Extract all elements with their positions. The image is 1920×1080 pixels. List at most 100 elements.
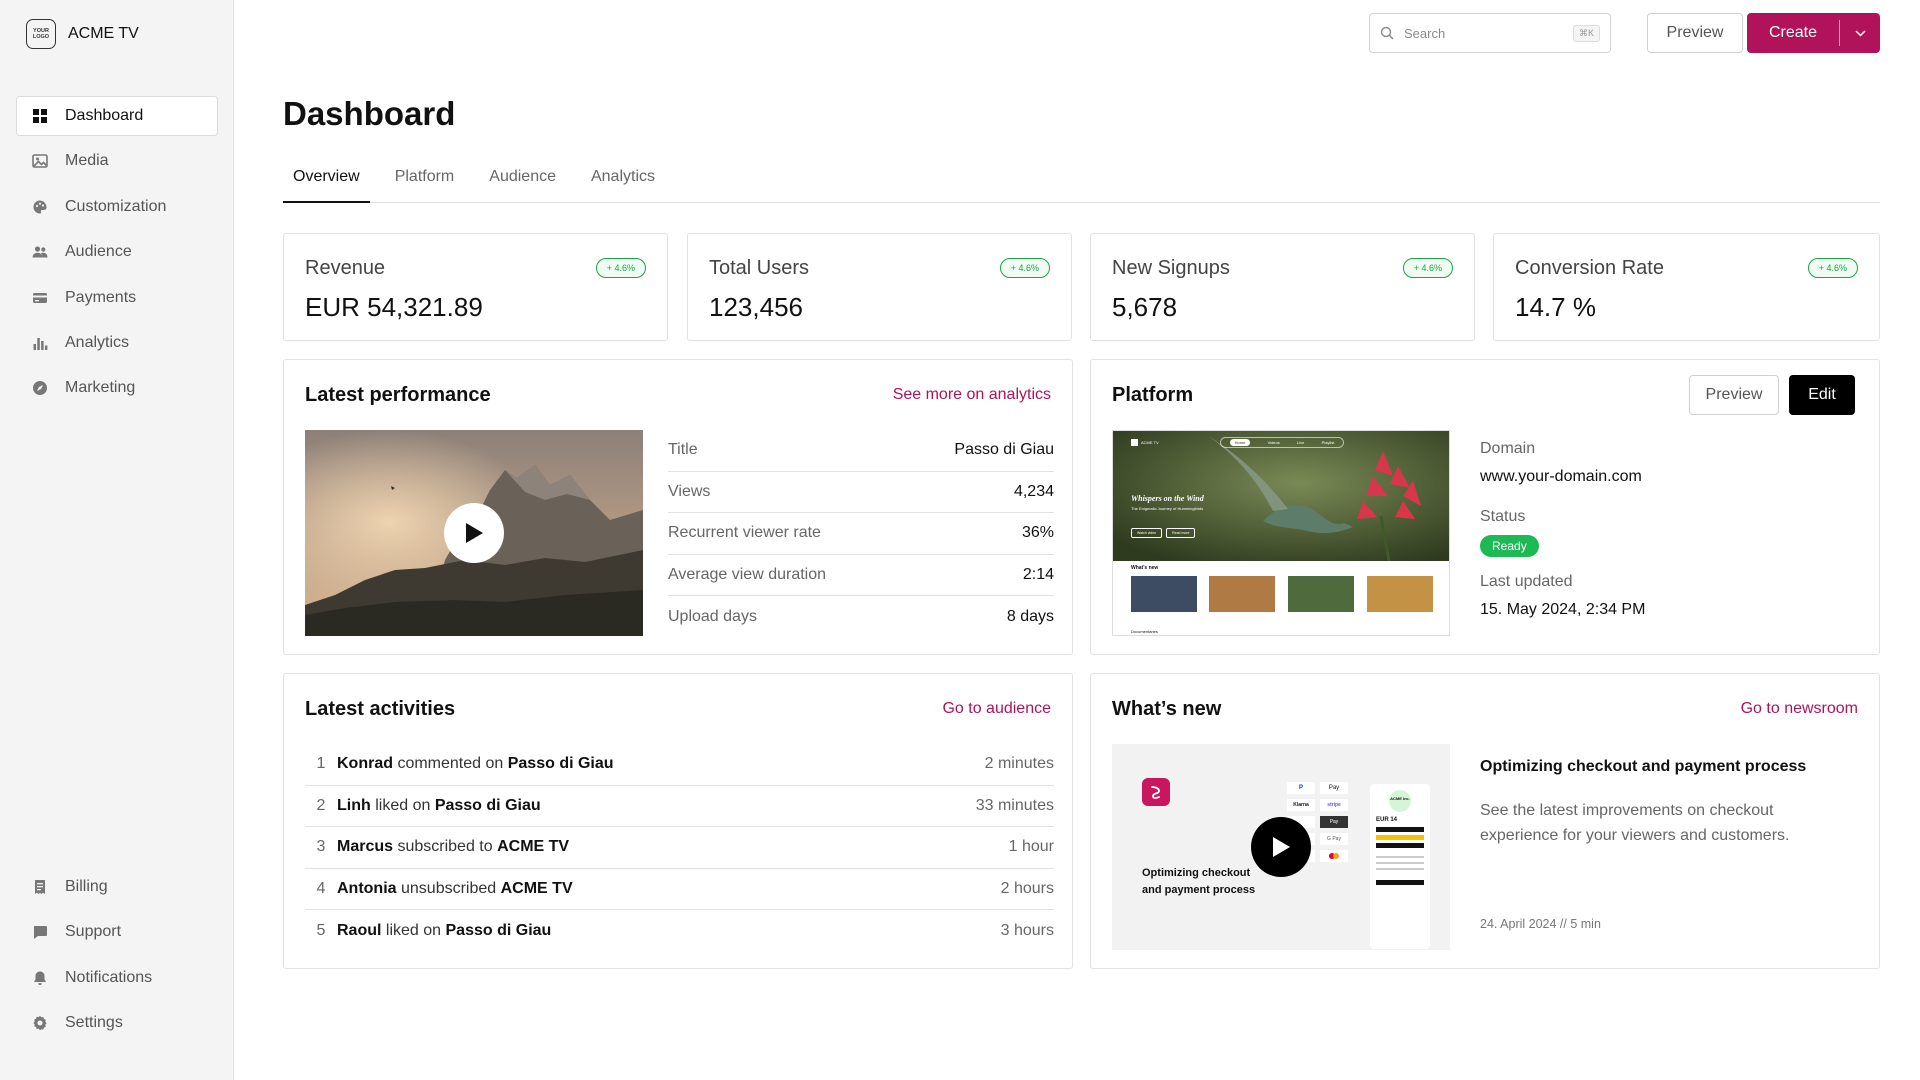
row-label: Title [668,441,698,459]
platform-preview-button[interactable]: Preview [1689,375,1779,415]
row-label: Recurrent viewer rate [668,524,821,542]
activity-target[interactable]: ACME TV [497,838,569,855]
go-to-audience-link[interactable]: Go to audience [942,700,1051,718]
news-item-description: See the latest improvements on checkout … [1480,802,1790,844]
activity-time: 2 hours [1000,879,1054,897]
activity-target[interactable]: Passo di Giau [435,797,541,814]
whats-new-card: What’s new Go to newsroom Optimizing che… [1090,673,1880,969]
go-to-newsroom-link[interactable]: Go to newsroom [1741,700,1858,718]
brand-name: ACME TV [68,25,139,42]
brand[interactable]: YOUR LOGO ACME TV [26,19,139,49]
tab-audience[interactable]: Audience [479,160,566,203]
news-item-title[interactable]: Optimizing checkout and payment process [1480,758,1806,776]
sidebar-item-label: Notifications [65,968,153,986]
preview-hero-buttons: Watch video Read more [1131,528,1196,538]
video-thumbnail[interactable] [305,430,643,636]
activity-time: 1 hour [1008,838,1054,856]
bar-chart-icon [33,337,48,350]
tab-platform[interactable]: Platform [385,160,465,203]
grid-icon [33,109,47,123]
table-row: Recurrent viewer rate 36% [668,513,1054,555]
card-title: Platform [1112,384,1194,406]
activity-user[interactable]: Marcus [337,838,393,855]
create-dropdown-toggle[interactable] [1840,29,1880,37]
sidebar-item-settings[interactable]: Settings [16,1003,218,1043]
activity-text: Raoul liked on Passo di Giau [337,922,1001,940]
sidebar-item-billing[interactable]: Billing [16,867,218,907]
sidebar-item-support[interactable]: Support [16,912,218,952]
sidebar-item-customization[interactable]: Customization [16,187,218,227]
create-button[interactable]: Create [1747,13,1880,53]
activity-target[interactable]: Passo di Giau [446,922,552,939]
paypal-icon: P [1287,782,1315,794]
sidebar-item-media[interactable]: Media [16,141,218,181]
search-input[interactable] [1404,25,1563,41]
checkout-line [1376,862,1424,864]
sidebar-item-label: Marketing [65,379,136,397]
stat-value: 14.7 % [1515,292,1596,322]
stat-card-total-users: Total Users + 4.6% 123,456 [687,233,1072,341]
activity-target[interactable]: ACME TV [501,880,573,897]
stat-card-conversion-rate: Conversion Rate + 4.6% 14.7 % [1493,233,1880,341]
activity-user[interactable]: Antonia [337,880,397,897]
stat-label: Total Users [709,257,810,279]
company-avatar: ACME Inc. [1389,790,1411,812]
activity-target[interactable]: Passo di Giau [508,755,614,772]
change-badge: + 4.6% [999,258,1050,278]
platform-preview-thumbnail[interactable]: ACME TV Home Videos Live Playlist Whispe… [1112,430,1450,636]
latest-performance-card: Latest performance See more on analytics [283,359,1073,655]
preview-nav-item: Live [1297,440,1305,445]
list-item: 3 Marcus subscribed to ACME TV 1 hour [305,827,1054,869]
preview-footer-label: Documentaries [1131,629,1158,634]
tab-analytics[interactable]: Analytics [581,160,665,203]
activity-time: 2 minutes [984,755,1054,773]
sidebar-item-analytics[interactable]: Analytics [16,323,218,363]
activity-user[interactable]: Linh [337,797,371,814]
row-value: 4,234 [1013,482,1054,500]
change-badge: + 4.6% [1402,258,1453,278]
sidebar-item-notifications[interactable]: Notifications [16,958,218,998]
preview-tile [1131,576,1197,612]
play-button[interactable] [444,503,504,563]
preview-brand-name: ACME TV [1141,440,1159,445]
sidebar-item-label: Support [65,923,122,941]
platform-card: Platform Preview Edit ACME TV Home Video… [1090,359,1880,655]
activity-action: liked on [370,796,435,814]
row-label: Upload days [668,607,757,625]
sidebar-item-marketing[interactable]: Marketing [16,368,218,408]
item-number: 1 [316,755,326,773]
play-button[interactable] [1251,817,1311,877]
domain-value[interactable]: www.your-domain.com [1480,468,1645,486]
change-badge: + 4.6% [1807,258,1858,278]
preview-hero: ACME TV Home Videos Live Playlist Whispe… [1113,431,1449,561]
sidebar-item-audience[interactable]: Audience [16,232,218,272]
checkout-bar [1376,843,1424,848]
tab-overview[interactable]: Overview [283,160,370,203]
news-thumb-caption-line: and payment process [1142,884,1256,896]
see-more-analytics-link[interactable]: See more on analytics [893,386,1051,404]
activity-text: Antonia unsubscribed ACME TV [337,880,1001,898]
change-badge: + 4.6% [595,258,646,278]
preview-tile [1288,576,1354,612]
activity-user[interactable]: Konrad [337,755,393,772]
platform-edit-button[interactable]: Edit [1789,375,1855,415]
sidebar-item-dashboard[interactable]: Dashboard [16,96,218,136]
activity-action: liked on [381,921,446,939]
play-icon [466,523,483,543]
table-row: Title Passo di Giau [668,430,1054,472]
activity-action: unsubscribed [396,879,501,897]
table-row: Average view duration 2:14 [668,555,1054,596]
activity-action: commented on [393,755,508,773]
bell-icon [34,971,46,985]
image-icon [32,154,48,169]
preview-button[interactable]: Preview [1647,13,1743,53]
activity-user[interactable]: Raoul [337,922,381,939]
news-video-thumbnail[interactable]: Optimizing checkout and payment process … [1112,744,1450,950]
last-updated-value: 15. May 2024, 2:34 PM [1480,601,1646,618]
card-title: Latest activities [305,698,456,720]
sidebar-item-payments[interactable]: Payments [16,278,218,318]
stat-card-new-signups: New Signups + 4.6% 5,678 [1090,233,1475,341]
chat-icon [33,926,47,940]
search-box[interactable]: ⌘K [1369,13,1611,53]
last-updated-label: Last updated [1480,573,1573,590]
